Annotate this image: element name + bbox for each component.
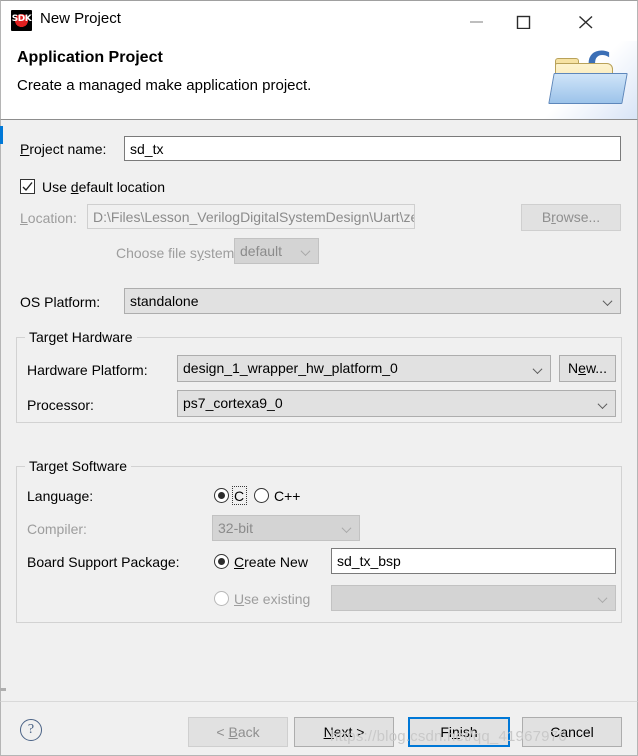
location-input[interactable]: D:\Files\Lesson_VerilogDigitalSystemDesi… (87, 204, 415, 229)
bsp-radio-use-existing[interactable] (214, 591, 229, 606)
compiler-label: Compiler: (27, 521, 87, 537)
back-button[interactable]: < Back (188, 717, 288, 747)
use-default-location-label: Use default location (42, 179, 165, 195)
target-hardware-group-title: Target Hardware (25, 329, 137, 345)
help-icon[interactable]: ? (20, 719, 42, 741)
minimize-icon (470, 21, 483, 23)
radio-dot (218, 558, 225, 565)
bsp-existing-dropdown[interactable] (331, 585, 616, 611)
location-label: Location: (20, 210, 77, 226)
os-platform-dropdown[interactable]: standalone (124, 288, 621, 314)
finish-button[interactable]: Finish (408, 717, 510, 747)
bsp-use-existing-label: Use existing (234, 591, 311, 607)
page-title: Application Project (17, 49, 163, 66)
processor-label: Processor: (27, 397, 94, 413)
language-label-cpp: C++ (274, 488, 301, 504)
language-radio-cpp[interactable] (254, 488, 269, 503)
project-name-label: Project name: (20, 141, 107, 157)
target-software-group-title: Target Software (25, 458, 132, 474)
use-default-location-checkbox[interactable] (20, 179, 35, 194)
chevron-down-icon (343, 526, 352, 531)
sdk-icon: SDK (11, 10, 32, 31)
wizard-header: Application Project Create a managed mak… (0, 41, 638, 120)
choose-file-system-label: Choose file system: (116, 245, 239, 261)
page-subtitle: Create a managed make application projec… (17, 77, 312, 94)
chevron-down-icon (302, 249, 311, 254)
os-platform-label: OS Platform: (20, 294, 101, 310)
compiler-dropdown[interactable]: 32-bit (212, 515, 360, 541)
bsp-label: Board Support Package: (27, 554, 180, 570)
choose-file-system-dropdown[interactable]: default (234, 238, 319, 264)
hardware-platform-label: Hardware Platform: (27, 362, 148, 378)
new-hardware-platform-button[interactable]: New... (559, 355, 616, 382)
title-bar: SDK New Project (0, 0, 638, 41)
radio-dot (218, 492, 225, 499)
processor-dropdown[interactable]: ps7_cortexa9_0 (177, 390, 616, 417)
frame-divider-stub (0, 688, 6, 691)
language-radio-c[interactable] (214, 488, 229, 503)
next-button[interactable]: Next > (294, 717, 394, 747)
sdk-icon-label: SDK (11, 14, 32, 24)
checkmark-icon (22, 182, 33, 192)
browse-button[interactable]: Browse... (521, 204, 621, 231)
new-project-dialog: SDK New Project Application Project Crea… (0, 0, 638, 756)
maximize-icon (516, 15, 531, 29)
window-title: New Project (40, 10, 121, 27)
project-name-input[interactable]: sd_tx (124, 136, 621, 161)
close-button[interactable] (563, 1, 609, 41)
chevron-down-icon (599, 596, 608, 601)
maximize-button[interactable] (501, 1, 547, 41)
chevron-down-icon (604, 299, 613, 304)
minimize-button[interactable] (454, 1, 500, 41)
language-label: Language: (27, 488, 94, 504)
folder-front (548, 73, 628, 104)
cancel-button[interactable]: Cancel (522, 717, 622, 747)
chevron-down-icon (599, 402, 608, 407)
bsp-create-new-label: Create New (234, 554, 308, 570)
c-folder-icon: C (543, 41, 637, 119)
hardware-platform-dropdown[interactable]: design_1_wrapper_hw_platform_0 (177, 355, 551, 382)
close-icon (579, 15, 593, 29)
bsp-radio-create-new[interactable] (214, 554, 229, 569)
focus-edge-accent (0, 126, 3, 144)
bsp-name-input[interactable]: sd_tx_bsp (331, 548, 616, 574)
chevron-down-icon (534, 367, 543, 372)
language-label-c: C (234, 488, 245, 504)
